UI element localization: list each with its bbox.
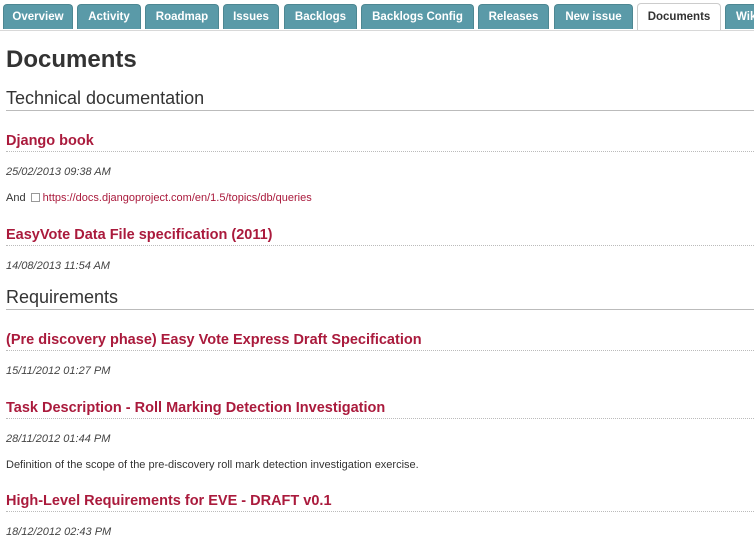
document-title-link[interactable]: Task Description - Roll Marking Detectio… bbox=[6, 400, 754, 419]
document-title-link[interactable]: EasyVote Data File specification (2011) bbox=[6, 227, 754, 246]
tab-backlogs[interactable]: Backlogs bbox=[284, 4, 357, 29]
project-menu-tabs: Overview Activity Roadmap Issues Backlog… bbox=[0, 0, 754, 31]
document-description: Definition of the scope of the pre-disco… bbox=[6, 459, 419, 471]
tab-wiki[interactable]: Wiki bbox=[725, 4, 754, 29]
document-date: 25/02/2013 09:38 AM bbox=[6, 166, 111, 178]
tab-new-issue[interactable]: New issue bbox=[554, 4, 633, 29]
description-prefix: And bbox=[6, 192, 26, 204]
tab-activity[interactable]: Activity bbox=[77, 4, 141, 29]
category-heading: Technical documentation bbox=[6, 88, 754, 111]
document-date: 18/12/2012 02:43 PM bbox=[6, 526, 112, 538]
document-date: 28/11/2012 01:44 PM bbox=[6, 433, 111, 445]
tab-releases[interactable]: Releases bbox=[478, 4, 549, 29]
document-title-link[interactable]: (Pre discovery phase) Easy Vote Express … bbox=[6, 332, 754, 351]
tab-overview[interactable]: Overview bbox=[3, 4, 73, 29]
document-date: 14/08/2013 11:54 AM bbox=[6, 260, 110, 272]
page-title: Documents bbox=[6, 46, 137, 73]
document-date: 15/11/2012 01:27 PM bbox=[6, 365, 111, 377]
document-description: And https://docs.djangoproject.com/en/1.… bbox=[6, 192, 312, 204]
external-link[interactable]: https://docs.djangoproject.com/en/1.5/to… bbox=[43, 192, 312, 204]
tab-backlogs-config[interactable]: Backlogs Config bbox=[361, 4, 474, 29]
tab-issues[interactable]: Issues bbox=[223, 4, 279, 29]
tab-documents[interactable]: Documents bbox=[637, 3, 721, 30]
external-link-icon bbox=[30, 193, 40, 202]
document-title-link[interactable]: Django book bbox=[6, 133, 754, 152]
tab-roadmap[interactable]: Roadmap bbox=[145, 4, 219, 29]
document-title-link[interactable]: High-Level Requirements for EVE - DRAFT … bbox=[6, 493, 754, 512]
category-heading: Requirements bbox=[6, 287, 754, 310]
